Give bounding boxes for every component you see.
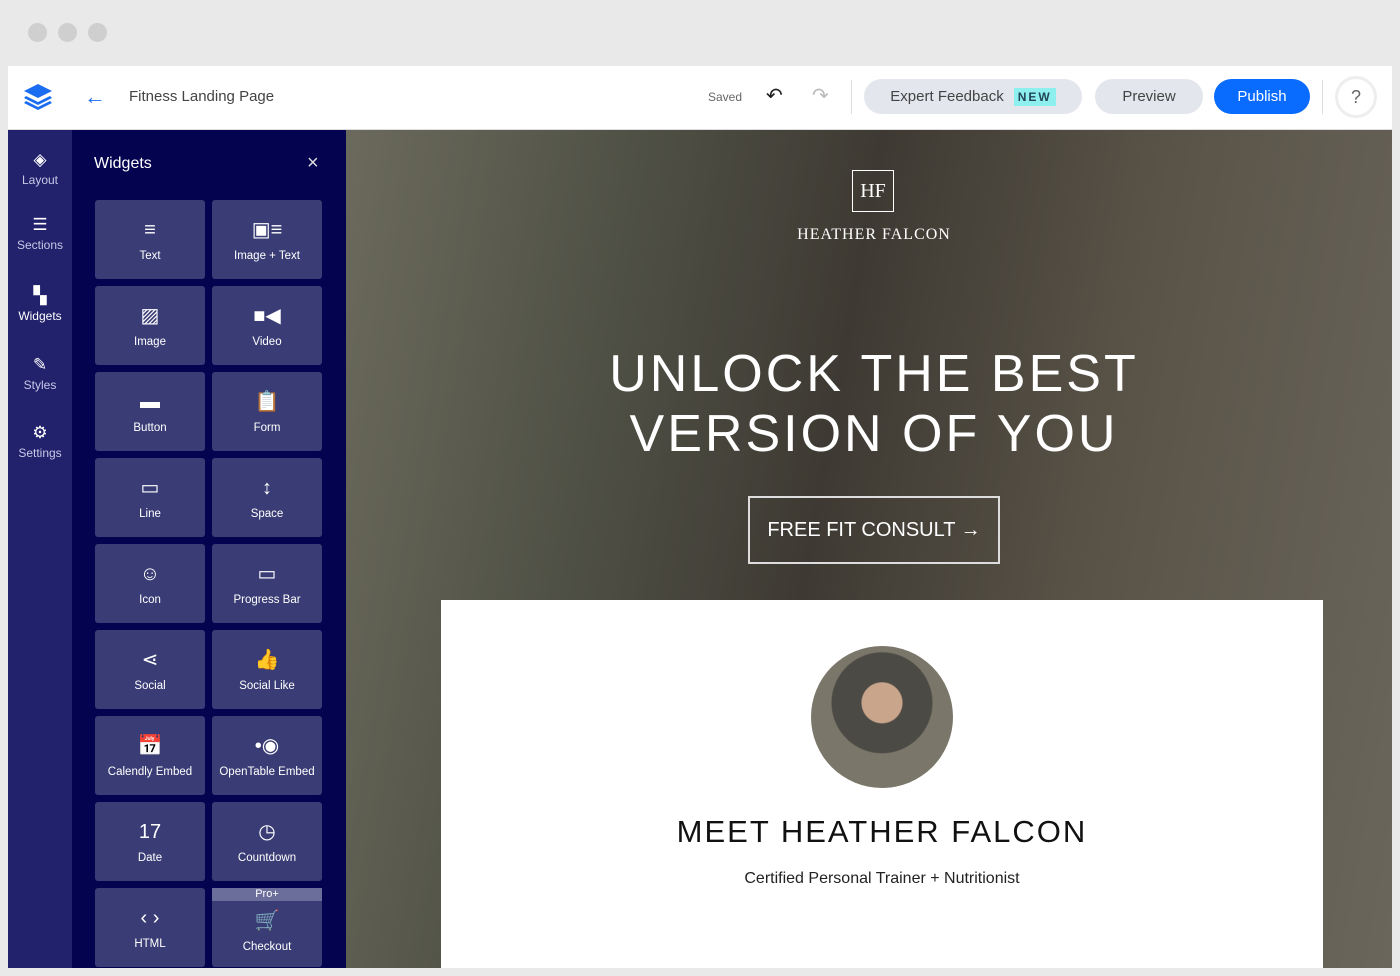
widget-label: Form [253,422,281,434]
panel-title: Widgets [94,155,152,172]
brand-name: HEATHER FALCON [797,226,951,243]
widget-tile-progress-bar[interactable]: ▭ Progress Bar [212,544,322,623]
widget-icon: ▭ [140,477,160,499]
help-button[interactable]: ? [1335,76,1377,118]
widget-label: Social [134,680,166,692]
widget-icon: ◷ [258,821,276,843]
rail-item-sections[interactable]: ☰ Sections [8,215,72,252]
page-canvas: HF HEATHER FALCON UNLOCK THE BEST VERSION… [346,130,1392,968]
widget-tile-icon[interactable]: ☺ Icon [95,544,205,623]
save-status: Saved [708,90,743,104]
rail-item-layout[interactable]: ◈ Layout [8,150,72,187]
widget-icon: ▬ [140,391,160,413]
rail-item-styles[interactable]: ✎ Styles [8,355,72,392]
layers-icon: ◈ [33,150,47,169]
widget-icon: 17 [138,821,162,843]
widget-tile-social[interactable]: ⋖ Social [95,630,205,709]
widget-label: Image [134,336,166,348]
publish-button[interactable]: Publish [1214,79,1310,114]
widget-icon: •◉ [254,735,280,757]
widget-label: Progress Bar [233,594,301,606]
widget-icon: ☺ [139,563,161,585]
widget-tile-text[interactable]: ≡ Text [95,200,205,279]
sections-icon: ☰ [32,215,48,234]
widgets-icon: ▚ [33,286,47,305]
divider [1322,80,1323,114]
widget-icon: ↕ [262,477,272,499]
widget-tile-space[interactable]: ↕ Space [212,458,322,537]
pro-badge: Pro+ [212,888,322,901]
preview-button[interactable]: Preview [1095,79,1203,114]
redo-icon[interactable]: ↷ [812,83,829,108]
meet-heading: MEET HEATHER FALCON [676,814,1088,849]
hero-headline: UNLOCK THE BEST VERSION OF YOU [609,345,1139,463]
widget-label: Space [250,508,284,520]
brush-icon: ✎ [32,355,48,374]
divider [851,80,852,114]
widget-tile-image-text[interactable]: ▣≡ Image + Text [212,200,322,279]
cta-button[interactable]: FREE FIT CONSULT → [748,496,1000,564]
app-logo-icon[interactable] [22,82,54,110]
new-badge: NEW [1013,87,1056,106]
widget-tile-opentable-embed[interactable]: •◉ OpenTable Embed [212,716,322,795]
widget-icon: 📅 [137,735,163,757]
widget-icon: ▨ [140,305,160,327]
widgets-panel: Widgets × ≡ Text ▣≡ Image + Text ▨ Image ■◀ Vid… [72,130,346,968]
widget-label: Video [252,336,282,348]
about-section: MEET HEATHER FALCON Certified Personal T… [441,600,1323,968]
app-window: ← Fitness Landing Page Saved ↶ ↷ Expert … [8,66,1392,968]
profile-photo [811,646,953,788]
widget-label: Calendly Embed [107,766,193,778]
widget-label: Text [139,250,161,262]
widget-label: HTML [134,938,166,950]
gear-icon: ⚙ [32,423,48,442]
page-title: Fitness Landing Page [129,88,275,105]
widget-icon: ‹ › [140,907,160,929]
widget-icon: ■◀ [253,305,281,327]
brand-logo: HF [852,170,894,212]
expert-feedback-label: Expert Feedback [890,88,1004,105]
widget-label: Line [139,508,161,520]
widget-label: Date [137,852,163,864]
widget-tile-calendly-embed[interactable]: 📅 Calendly Embed [95,716,205,795]
widget-tile-countdown[interactable]: ◷ Countdown [212,802,322,881]
rail-item-settings[interactable]: ⚙ Settings [8,423,72,460]
widget-label: OpenTable Embed [219,766,315,778]
window-minimize-dot[interactable] [58,23,77,42]
widget-icon: ⋖ [141,649,159,671]
widget-tile-image[interactable]: ▨ Image [95,286,205,365]
widget-label: Icon [139,594,161,606]
widget-icon: ▭ [257,563,277,585]
widget-tile-date[interactable]: 17 Date [95,802,205,881]
widget-tile-button[interactable]: ▬ Button [95,372,205,451]
undo-icon[interactable]: ↶ [766,83,783,108]
widget-icon: 📋 [254,391,280,413]
window-close-dot[interactable] [28,23,47,42]
widget-label: Button [133,422,167,434]
expert-feedback-button[interactable]: Expert Feedback NEW [864,79,1082,114]
window-zoom-dot[interactable] [88,23,107,42]
widget-tile-video[interactable]: ■◀ Video [212,286,322,365]
widget-label: Countdown [237,852,297,864]
top-bar: ← Fitness Landing Page Saved ↶ ↷ Expert … [8,66,1392,130]
widget-label: Image + Text [234,250,300,262]
widget-tile-form[interactable]: 📋 Form [212,372,322,451]
widget-icon: ≡ [144,219,156,241]
widget-tile-social-like[interactable]: 👍 Social Like [212,630,322,709]
widget-icon: ▣≡ [251,219,283,241]
widget-icon: 👍 [254,649,280,671]
widget-tile-html[interactable]: ‹ › HTML [95,888,205,967]
close-icon[interactable]: × [307,152,319,175]
subtitle: Certified Personal Trainer + Nutritionis… [744,870,1020,887]
widget-label: Social Like [239,680,295,692]
widget-icon: 🛒 [254,910,280,932]
back-arrow-icon[interactable]: ← [84,84,106,110]
widget-tile-checkout[interactable]: Pro+ 🛒 Checkout [212,888,322,967]
rail-item-widgets[interactable]: ▚ Widgets [8,286,72,323]
widget-label: Checkout [242,941,292,953]
left-rail: ◈ Layout ☰ Sections ▚ Widgets ✎ Styles ⚙ Sett… [8,130,72,968]
widget-tile-line[interactable]: ▭ Line [95,458,205,537]
